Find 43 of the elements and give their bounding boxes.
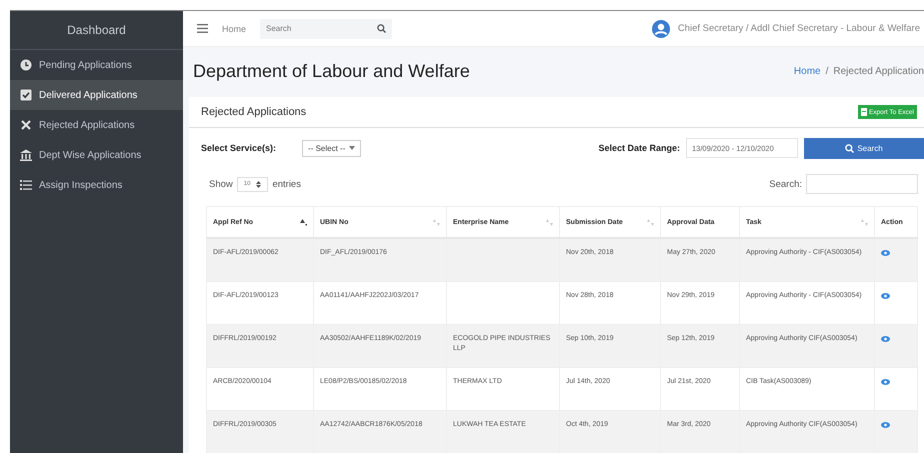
home-link[interactable]: Home	[222, 24, 246, 34]
sort-ascending-icon	[300, 218, 307, 226]
caret-icon	[349, 146, 356, 150]
clock-icon	[20, 59, 32, 71]
search-icon	[845, 144, 854, 152]
show-label: Show	[209, 178, 233, 190]
sidebar-item[interactable]: Pending Applications	[10, 50, 183, 80]
breadcrumb-separator: /	[826, 66, 828, 77]
bank-icon	[20, 149, 32, 161]
entries-label: entries	[272, 178, 301, 190]
user-icon	[652, 20, 670, 38]
eye-icon	[881, 379, 890, 385]
sort-icon	[433, 218, 440, 226]
search-button[interactable]: Search	[804, 138, 924, 158]
close-icon	[20, 119, 32, 131]
menu-icon	[197, 24, 208, 34]
eye-icon	[881, 293, 890, 299]
eye-icon	[881, 336, 890, 342]
table-search-field[interactable]	[806, 174, 918, 194]
sidebar-item[interactable]: Delivered Applications	[10, 80, 183, 110]
breadcrumb-item: Rejected Application	[833, 66, 924, 77]
user-name: Chief Secretary / Addl Chief Secretary - Labour & Welfare	[678, 23, 920, 34]
eye-icon	[881, 250, 890, 256]
search-icon	[377, 24, 386, 33]
sidebar-item[interactable]: Dept Wise Applications	[10, 140, 183, 170]
sort-icon	[546, 218, 553, 226]
card-title: Rejected Applications	[201, 106, 306, 118]
sidebar-item[interactable]: Rejected Applications	[10, 110, 183, 140]
sort-icon	[647, 218, 654, 226]
eye-icon	[881, 422, 890, 428]
service-label: Select Service(s):	[201, 143, 276, 153]
page-title: Department of Labour and Welfare	[193, 60, 470, 82]
list-icon	[20, 179, 32, 191]
search-field[interactable]: Search	[260, 18, 392, 39]
breadcrumb-link[interactable]: Home	[794, 66, 821, 77]
table-search-label: Search:	[769, 178, 802, 190]
sort-icon	[861, 218, 868, 226]
sidebar-item[interactable]: Assign Inspections	[10, 170, 183, 200]
service-select[interactable]: -- Select --	[302, 140, 362, 156]
file-icon	[860, 108, 867, 116]
date-range-label: Select Date Range:	[598, 143, 680, 153]
checkbox-icon	[20, 89, 32, 101]
updown-icon	[256, 180, 262, 188]
